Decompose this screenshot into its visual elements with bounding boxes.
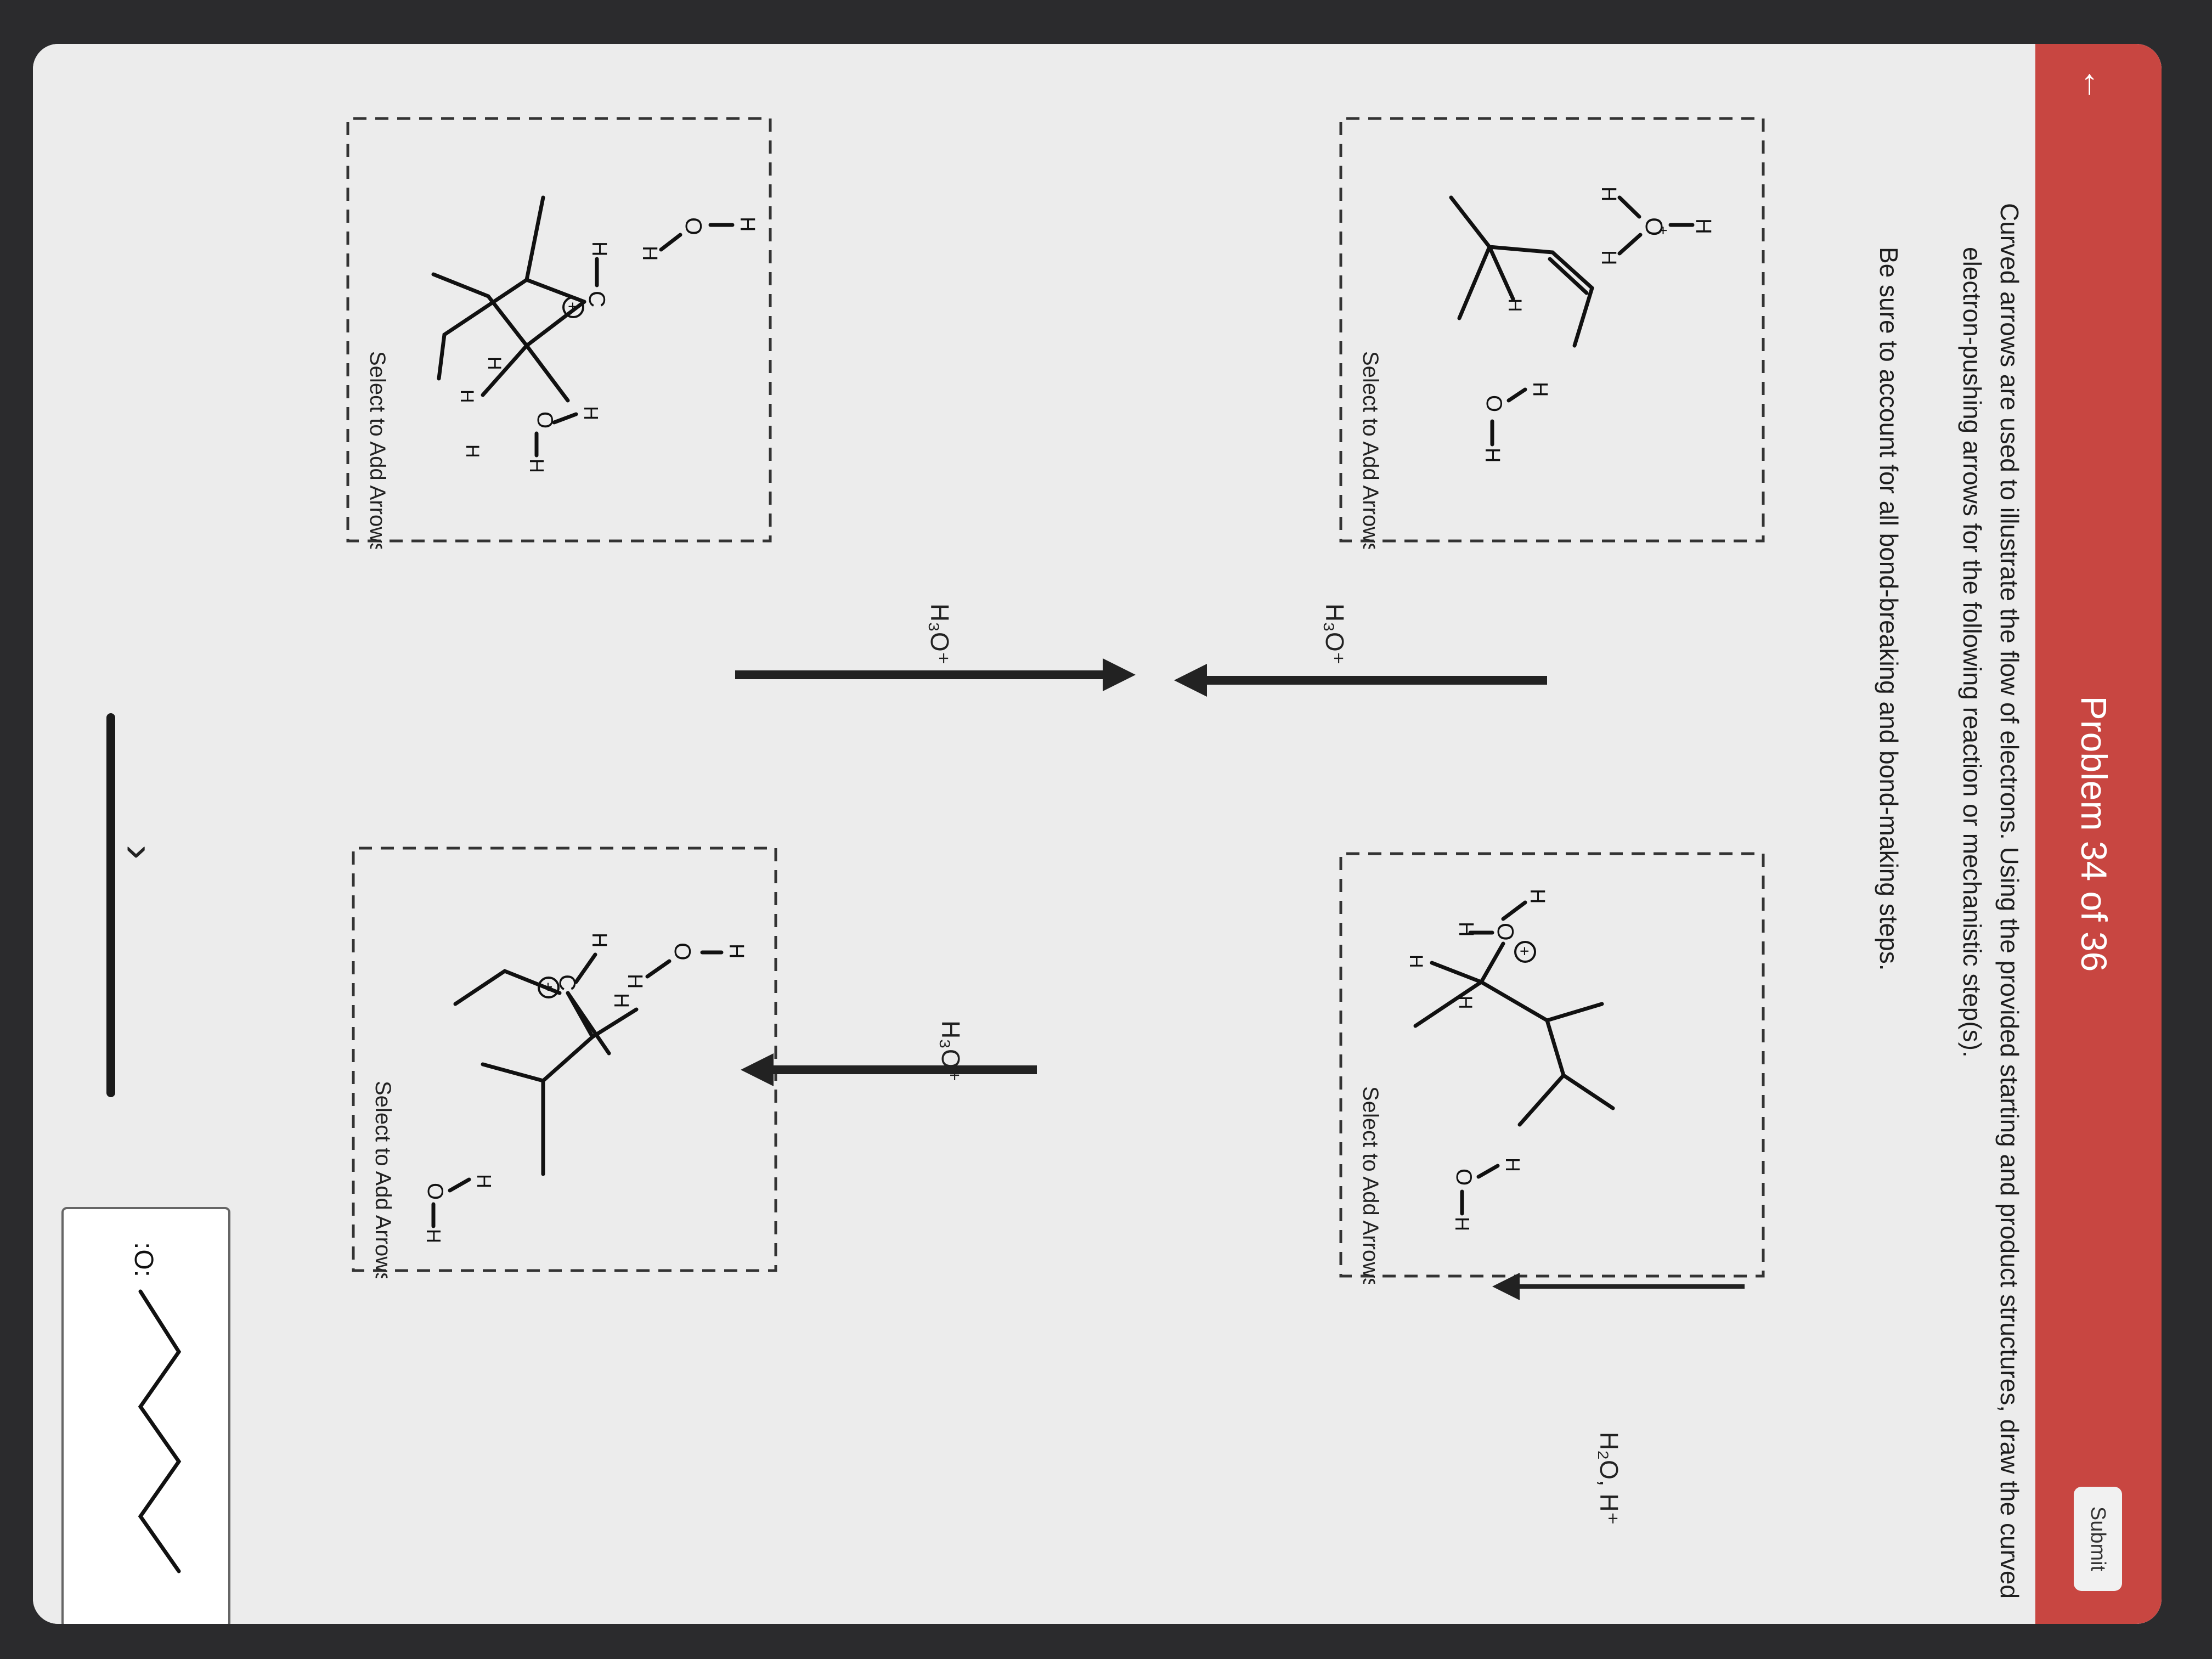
- panel-2-prompt[interactable]: Select to Add Arrows: [365, 351, 390, 549]
- tertiary-carbocation-skeleton: H H C +: [453, 933, 639, 1176]
- svg-text:H: H: [1528, 382, 1551, 397]
- svg-text:H: H: [1481, 448, 1504, 462]
- arrow-step-3: [741, 1053, 1037, 1086]
- svg-text:H: H: [623, 974, 646, 989]
- svg-text:+: +: [1655, 226, 1672, 235]
- hydroxyl-oxygen-label: :O:: [129, 1242, 158, 1277]
- water-molecule-top: H O H: [623, 943, 748, 989]
- problem-page: ← Problem 34 of 36 Submit Curved arrows …: [33, 44, 2162, 1624]
- panel-intermediate-1[interactable]: H O H H C + H H H O H H Select to Add Ar…: [335, 115, 774, 549]
- reagent-step-1: H₃O⁺: [1321, 603, 1349, 665]
- svg-text:H: H: [1597, 187, 1620, 201]
- water-molecule: H O H: [1451, 1158, 1524, 1231]
- panel-product[interactable]: H O + H H H H O H Select to Add Arrows: [1328, 850, 1767, 1284]
- reagent-step-3: H₃O⁺: [936, 1020, 965, 1082]
- svg-text:H: H: [638, 246, 661, 261]
- svg-text:H: H: [526, 459, 548, 473]
- panel-1-prompt[interactable]: Select to Add Arrows: [1358, 351, 1383, 549]
- svg-text:H: H: [1691, 218, 1716, 234]
- svg-text:O: O: [533, 411, 557, 428]
- product-preview-box: :O:: [61, 1207, 230, 1624]
- svg-text:O: O: [1452, 1169, 1476, 1186]
- submit-button[interactable]: Submit: [2074, 1487, 2122, 1591]
- svg-text:H: H: [588, 241, 611, 256]
- header-bar: ← Problem 34 of 36 Submit: [2035, 44, 2162, 1624]
- svg-text:H: H: [1455, 996, 1476, 1009]
- device-screen: ← Problem 34 of 36 Submit Curved arrows …: [33, 44, 2162, 1624]
- next-chevron-icon[interactable]: ›: [114, 845, 165, 860]
- panel-intermediate-2[interactable]: H O H H H C + H O H Select to Add Arrows: [340, 845, 779, 1278]
- panel-start[interactable]: H O + H H H H O H Select to Add Arrows: [1328, 115, 1767, 549]
- svg-text:O: O: [423, 1183, 447, 1200]
- svg-text:H: H: [725, 944, 748, 958]
- instruction-line-3: Be sure to account for all bond-breaking…: [1875, 247, 1903, 971]
- water-molecule-bottom: H O H: [422, 1174, 495, 1243]
- hydronium-molecule: H O + H H: [1597, 187, 1716, 265]
- page-title: Problem 34 of 36: [2074, 696, 2114, 972]
- instruction-line-2: electron-pushing arrows for the followin…: [1958, 247, 1987, 1058]
- oxonium-alcohol-skeleton: H O + H H H: [1406, 889, 1615, 1127]
- svg-text:H: H: [580, 406, 602, 420]
- svg-text:H: H: [1526, 889, 1549, 904]
- svg-text:H: H: [736, 217, 759, 232]
- svg-text:C: C: [584, 291, 610, 307]
- reagent-step-2: H₃O⁺: [926, 603, 954, 665]
- water-molecule: H O H: [1481, 382, 1551, 462]
- panel-4-prompt[interactable]: Select to Add Arrows: [1358, 1086, 1383, 1284]
- water-molecule-right: O H H: [526, 406, 602, 473]
- svg-text:H: H: [1451, 1217, 1474, 1231]
- svg-text:H: H: [1597, 250, 1620, 265]
- instruction-line-1: Curved arrows are used to illustrate the…: [1995, 203, 2024, 1599]
- svg-text:O: O: [670, 943, 696, 961]
- arrow-overall: [1492, 1273, 1745, 1300]
- reagent-overall: H₂O, H⁺: [1595, 1432, 1623, 1525]
- svg-text:H: H: [422, 1229, 445, 1243]
- svg-text:O: O: [1482, 395, 1506, 412]
- svg-text:H: H: [456, 390, 477, 403]
- svg-text:H: H: [1406, 955, 1426, 968]
- panel-3-prompt[interactable]: Select to Add Arrows: [371, 1081, 395, 1278]
- svg-text:O: O: [681, 217, 707, 235]
- svg-text:H: H: [1502, 1158, 1524, 1172]
- water-molecule-left: H O H: [638, 217, 759, 261]
- svg-text:H: H: [484, 357, 505, 370]
- svg-text:H: H: [588, 933, 611, 947]
- svg-text:H: H: [610, 993, 633, 1008]
- svg-text:O: O: [1493, 923, 1519, 941]
- arrow-step-1: [1174, 664, 1547, 697]
- svg-text:H: H: [473, 1174, 495, 1188]
- svg-text:+: +: [1515, 946, 1533, 956]
- home-indicator: [106, 713, 115, 1097]
- svg-text:H: H: [462, 444, 483, 458]
- svg-text:H: H: [1504, 298, 1525, 312]
- alkene-skeleton: H: [1449, 195, 1594, 348]
